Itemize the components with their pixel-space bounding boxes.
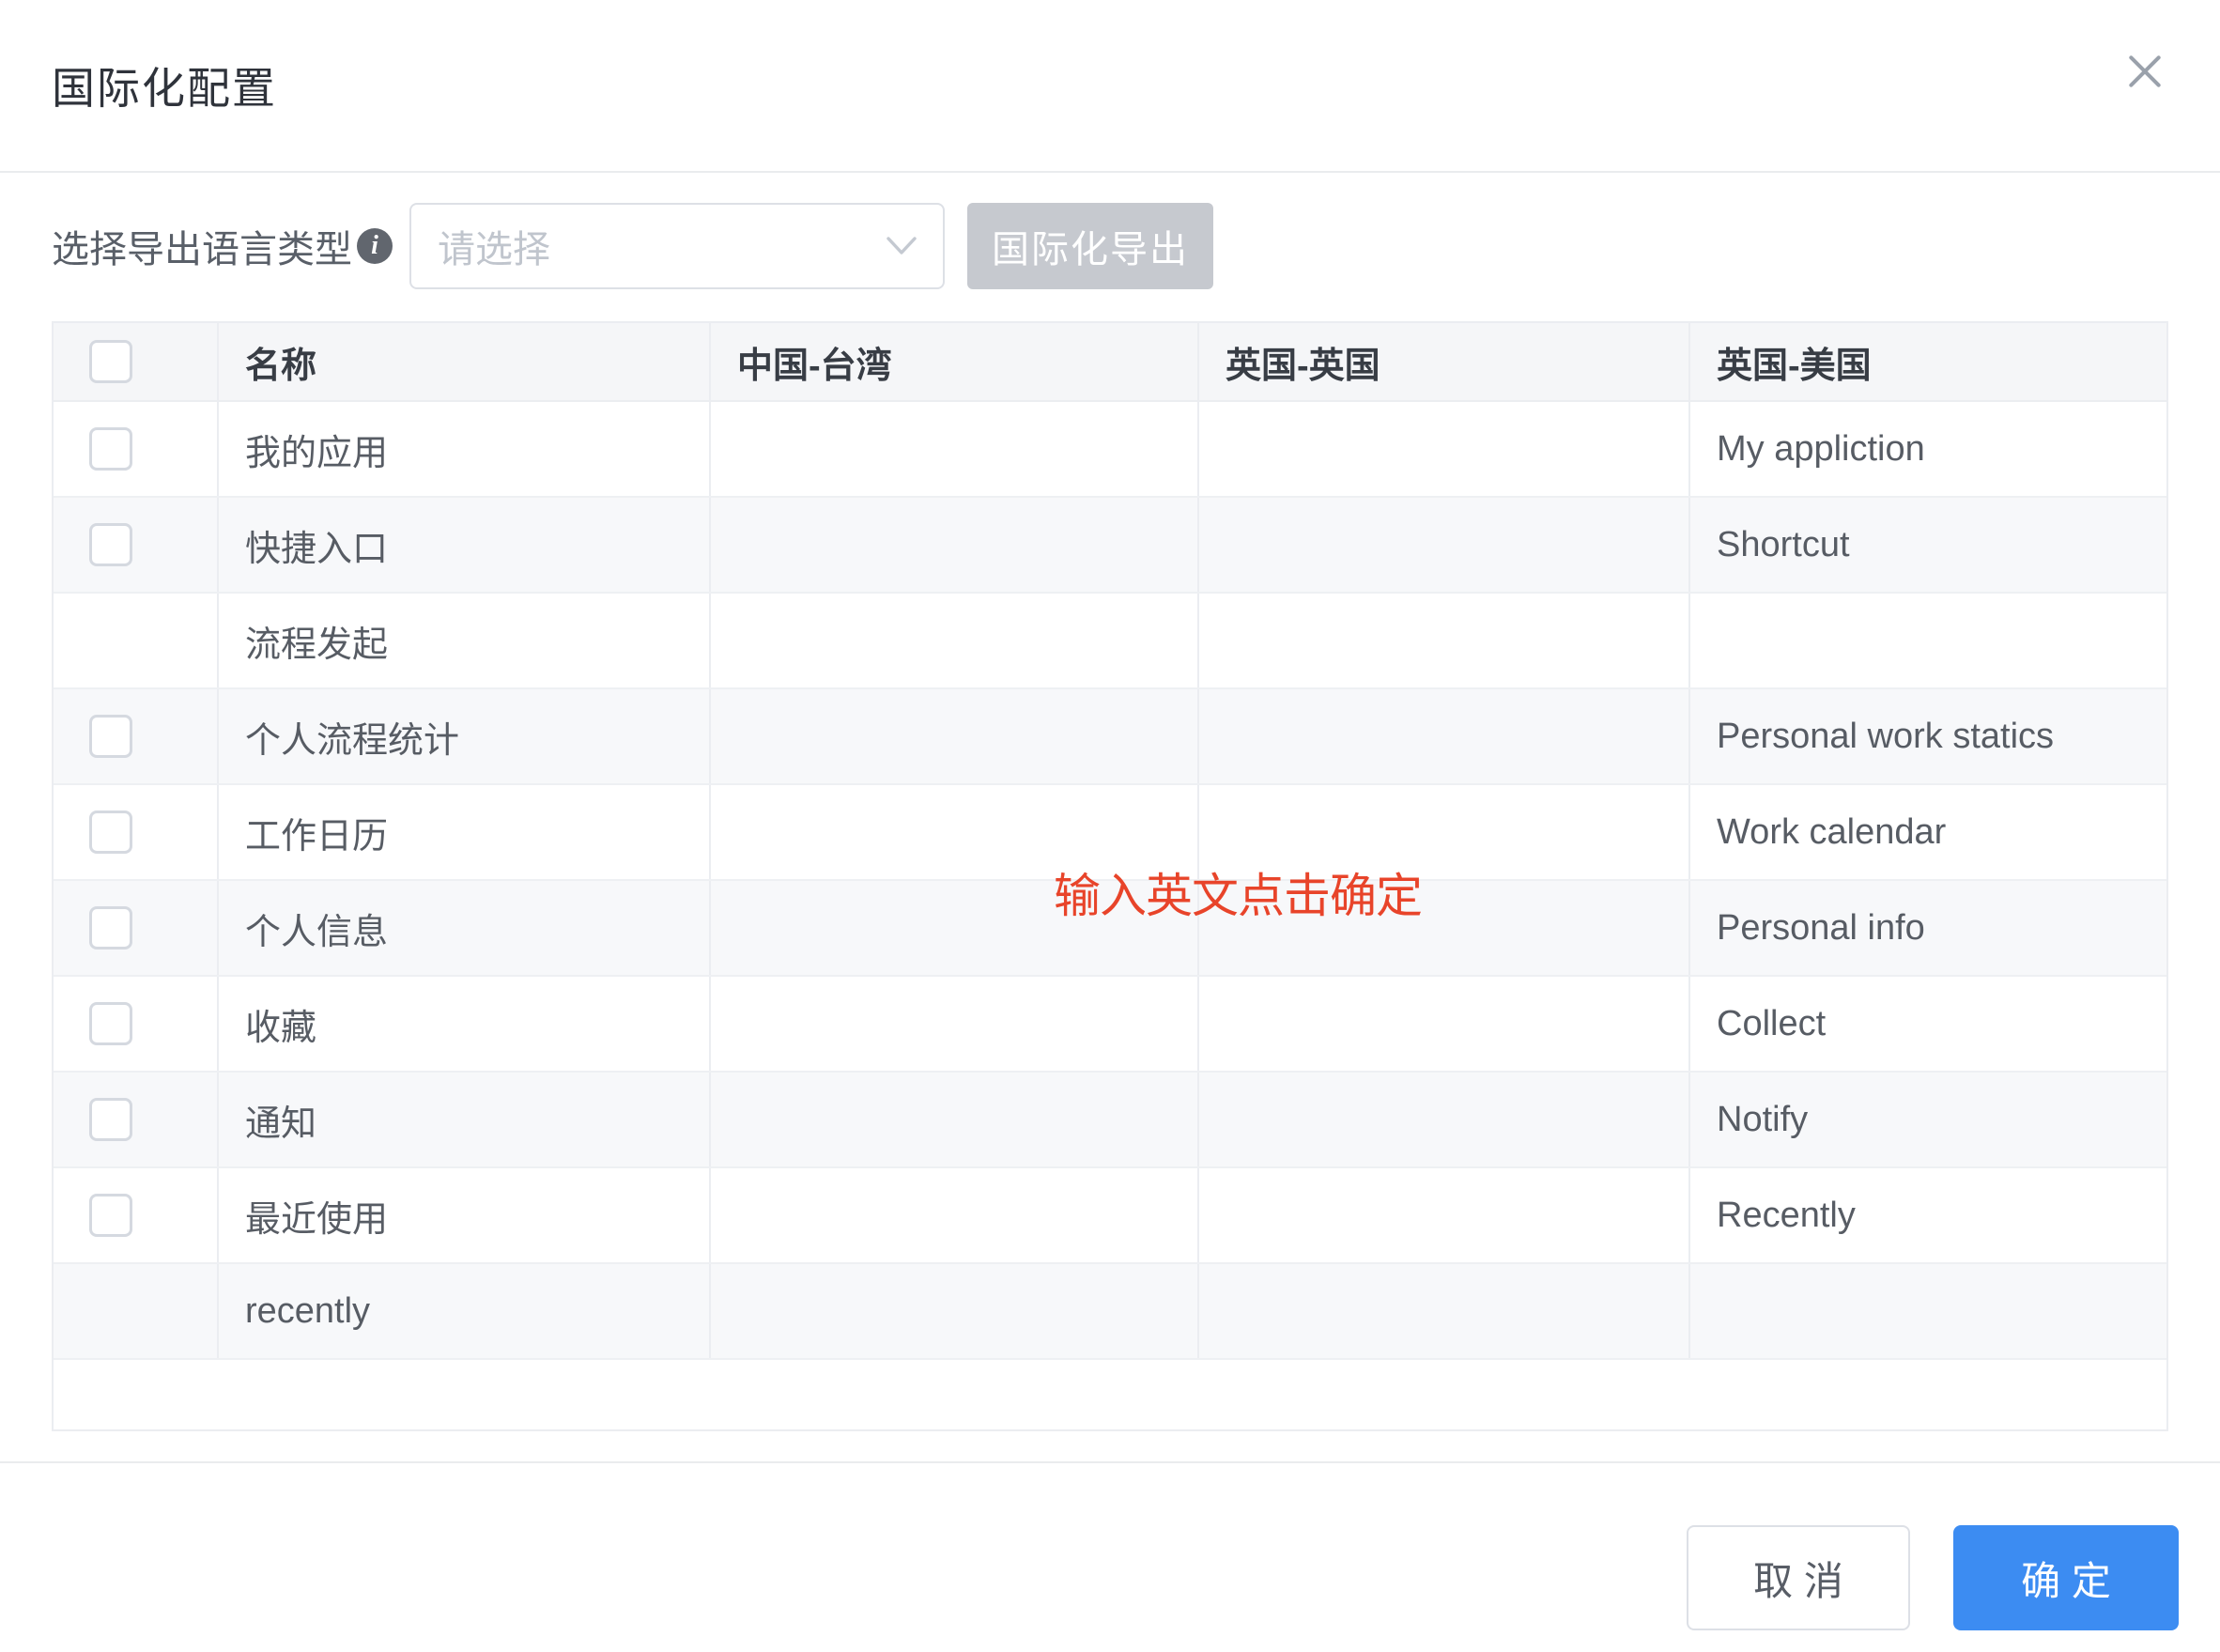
cell-zh-tw[interactable] xyxy=(711,498,1199,592)
select-placeholder: 请选择 xyxy=(438,219,550,273)
row-select-cell xyxy=(54,402,219,496)
column-header-zh-tw: 中国-台湾 xyxy=(711,323,1199,400)
cell-en-uk[interactable] xyxy=(1199,1073,1690,1166)
close-icon xyxy=(2122,49,2167,94)
cell-name: 快捷入口 xyxy=(219,498,711,592)
close-button[interactable] xyxy=(2120,47,2169,96)
cell-en-uk[interactable] xyxy=(1199,1168,1690,1262)
row-checkbox[interactable] xyxy=(89,427,132,471)
row-select-cell xyxy=(54,594,219,687)
table-row: 最近使用 Recently xyxy=(54,1168,2166,1264)
modal-title: 国际化配置 xyxy=(52,54,277,116)
cell-zh-tw[interactable] xyxy=(711,689,1199,783)
cell-en-uk[interactable] xyxy=(1199,689,1690,783)
table-header-row: 名称 中国-台湾 英国-英国 英国-美国 xyxy=(54,323,2166,402)
row-select-cell xyxy=(54,498,219,592)
table-empty-footer xyxy=(54,1360,2166,1429)
cell-zh-tw[interactable] xyxy=(711,594,1199,687)
select-all-checkbox[interactable] xyxy=(89,340,132,383)
cell-zh-tw[interactable] xyxy=(711,1264,1199,1358)
cell-en-us[interactable]: Recently xyxy=(1690,1168,2166,1262)
cell-name: 我的应用 xyxy=(219,402,711,496)
table-row: 收藏 Collect xyxy=(54,977,2166,1073)
chevron-down-icon xyxy=(885,235,918,257)
cell-en-us[interactable]: Personal info xyxy=(1690,881,2166,975)
cell-name: 收藏 xyxy=(219,977,711,1071)
cell-en-us[interactable] xyxy=(1690,594,2166,687)
row-checkbox[interactable] xyxy=(89,811,132,854)
cell-en-uk[interactable] xyxy=(1199,977,1690,1071)
cell-en-us[interactable]: Personal work statics xyxy=(1690,689,2166,783)
row-select-cell xyxy=(54,881,219,975)
cell-en-uk[interactable] xyxy=(1199,594,1690,687)
cell-zh-tw[interactable] xyxy=(711,1073,1199,1166)
confirm-button[interactable]: 确 定 xyxy=(1953,1525,2179,1630)
cell-en-us[interactable] xyxy=(1690,1264,2166,1358)
cell-en-uk[interactable] xyxy=(1199,402,1690,496)
cell-en-us[interactable]: Work calendar xyxy=(1690,785,2166,879)
row-checkbox[interactable] xyxy=(89,523,132,566)
row-checkbox[interactable] xyxy=(89,715,132,758)
table-row: 快捷入口 Shortcut xyxy=(54,498,2166,594)
i18n-config-modal: 国际化配置 选择导出语言类型 i 请选择 国际化导出 名称 中国-台湾 英国-英… xyxy=(0,0,2220,1630)
row-checkbox[interactable] xyxy=(89,1002,132,1045)
cell-name: recently xyxy=(219,1264,711,1358)
cell-zh-tw[interactable] xyxy=(711,1168,1199,1262)
row-select-cell xyxy=(54,1168,219,1262)
row-checkbox[interactable] xyxy=(89,1194,132,1237)
cell-en-us[interactable]: Notify xyxy=(1690,1073,2166,1166)
language-select[interactable]: 请选择 xyxy=(409,203,945,289)
cell-name: 个人信息 xyxy=(219,881,711,975)
row-select-cell xyxy=(54,977,219,1071)
cell-name: 流程发起 xyxy=(219,594,711,687)
row-checkbox[interactable] xyxy=(89,1098,132,1141)
annotation-text: 输入英文点击确定 xyxy=(1054,858,1422,926)
column-header-name: 名称 xyxy=(219,323,711,400)
cell-en-uk[interactable] xyxy=(1199,1264,1690,1358)
cell-en-us[interactable]: Shortcut xyxy=(1690,498,2166,592)
column-header-en-us: 英国-美国 xyxy=(1690,323,2166,400)
cancel-button[interactable]: 取 消 xyxy=(1687,1525,1910,1630)
table-row: 通知 Notify xyxy=(54,1073,2166,1168)
row-select-cell xyxy=(54,785,219,879)
cell-zh-tw[interactable] xyxy=(711,402,1199,496)
cell-name: 个人流程统计 xyxy=(219,689,711,783)
table-row: 我的应用 My appliction xyxy=(54,402,2166,498)
info-icon: i xyxy=(357,228,393,264)
row-select-cell xyxy=(54,1264,219,1358)
cell-name: 通知 xyxy=(219,1073,711,1166)
row-select-cell xyxy=(54,1073,219,1166)
cell-en-us[interactable]: Collect xyxy=(1690,977,2166,1071)
table-row: 个人流程统计 Personal work statics xyxy=(54,689,2166,785)
cell-en-us[interactable]: My appliction xyxy=(1690,402,2166,496)
modal-header: 国际化配置 xyxy=(0,0,2220,173)
export-language-label: 选择导出语言类型 xyxy=(52,219,352,273)
row-select-cell xyxy=(54,689,219,783)
cell-name: 最近使用 xyxy=(219,1168,711,1262)
row-checkbox[interactable] xyxy=(89,906,132,950)
i18n-export-button[interactable]: 国际化导出 xyxy=(967,203,1213,289)
cell-zh-tw[interactable] xyxy=(711,977,1199,1071)
cell-en-uk[interactable] xyxy=(1199,498,1690,592)
export-controls: 选择导出语言类型 i 请选择 国际化导出 xyxy=(52,203,2168,289)
table-row: 流程发起 xyxy=(54,594,2166,689)
cell-name: 工作日历 xyxy=(219,785,711,879)
table-row: recently xyxy=(54,1264,2166,1360)
column-header-en-uk: 英国-英国 xyxy=(1199,323,1690,400)
modal-footer: 取 消 确 定 xyxy=(0,1461,2220,1630)
select-all-cell xyxy=(54,323,219,400)
